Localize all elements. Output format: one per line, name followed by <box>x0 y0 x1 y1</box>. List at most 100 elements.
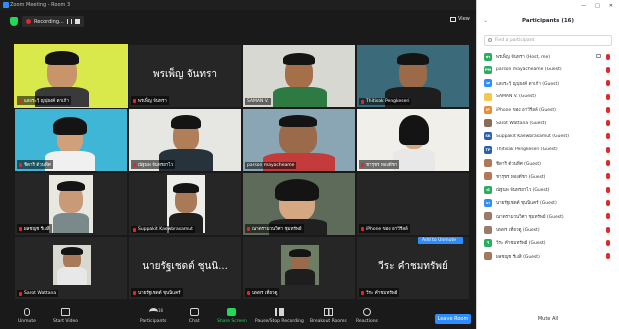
grid-view-icon <box>450 16 456 22</box>
video-tile[interactable]: Sarot Wattana <box>15 237 127 299</box>
chat-button[interactable]: Chat <box>189 308 200 324</box>
video-tile[interactable]: นายรัฐเชดต์ ชุนนิ... นายรัฐเชดต์ ชุนนิแค… <box>129 237 241 299</box>
start-video-button[interactable]: Start Video <box>53 308 78 324</box>
avatar <box>484 212 492 221</box>
participant-search-input[interactable]: Find a participant <box>484 35 612 46</box>
mic-muted-icon <box>133 290 136 295</box>
video-tile[interactable]: Suppakit Kaewbrasamut <box>129 173 241 235</box>
participant-row[interactable]: แส แสงระวีฺ ญปุยงค์ ดาเก้า (Guest) <box>484 77 614 90</box>
tile-name-label: นพหร เที่ยวดู <box>245 288 280 297</box>
video-tile[interactable]: ชารุชร ทองดีชา <box>357 109 469 171</box>
recording-label: Recording... <box>34 18 64 25</box>
mic-muted-icon <box>133 98 136 103</box>
recording-bar: Recording... <box>10 15 84 28</box>
tile-name-label: ณัฐนพ จันทรยาไว <box>131 160 176 169</box>
video-tile[interactable]: Thitisak Pengkeseri <box>357 45 469 107</box>
participant-row[interactable]: นา นายรัฐเชดต์ ชุนนิแคร์ (Guest) <box>484 196 614 209</box>
breakout-rooms-button[interactable]: Breakout Rooms <box>310 308 347 324</box>
participant-row[interactable]: ชิดาริ ด้วนทิศ (Guest) <box>484 156 614 169</box>
participant-row[interactable]: พร พรเพ็ญ จันทรา (Host, me) <box>484 50 614 63</box>
mic-muted-icon <box>606 186 610 193</box>
pause-recording-icon[interactable] <box>66 19 72 24</box>
participant-list: พร พรเพ็ญ จันทรา (Host, me) PM parson mayac… <box>484 50 614 263</box>
mic-muted-icon <box>606 93 610 100</box>
video-tile[interactable]: ชิดาริ ด้วนทิศ <box>15 109 127 171</box>
close-icon[interactable]: ✕ <box>609 3 613 9</box>
tile-display-name: วีระ คำชมทรัพย์ <box>378 261 448 272</box>
avatar <box>484 252 492 261</box>
video-tile[interactable]: iPhone ของ อาวีรีลล์ <box>357 173 469 235</box>
participant-row[interactable]: PM parson mayacheame (Guest) <box>484 63 614 76</box>
participant-hair <box>279 115 317 127</box>
participant-row[interactable]: ณาตรามวนวิศา ชุมทรัพย์ (Guest) <box>484 210 614 223</box>
tile-name-label: ณาตรามวนวิศา ชุมทรัพย์ <box>245 224 304 233</box>
participant-name: วีระ คำชมทรัพย์ (Guest) <box>496 241 546 247</box>
participant-shirt <box>285 269 315 285</box>
unmute-button[interactable]: Unmute <box>18 308 36 324</box>
mic-muted-icon <box>247 290 250 295</box>
participant-row[interactable]: นพหร เที่ยวดู (Guest) <box>484 223 614 236</box>
leave-room-button[interactable]: Leave Room <box>435 314 471 324</box>
tile-name-label: SAMAN V. <box>245 98 271 105</box>
add-to-unmute-menu-button[interactable] <box>456 237 463 244</box>
mic-muted-icon <box>606 226 610 233</box>
tile-name-label: ชิดาริ ด้วนทิศ <box>17 160 53 169</box>
video-tile[interactable]: parson mayacheame <box>243 109 355 171</box>
participant-name: ผลชญช รีเงสิ (Guest) <box>496 254 540 260</box>
video-status-icon <box>596 54 601 58</box>
panel-title: Participants (16) <box>521 18 575 24</box>
participant-row[interactable]: วี วีระ คำชมทรัพย์ (Guest) <box>484 236 614 249</box>
meeting-toolbar: Unmute Start Video Participants 16 Chat … <box>0 305 476 329</box>
participant-hair <box>53 117 87 135</box>
video-tile[interactable]: วีระ คำชมทรัพย์ วีระ คำชมทรัพย์ <box>357 237 469 299</box>
video-tile[interactable]: ผลชญช รีเงสิ <box>15 173 127 235</box>
participant-row[interactable]: ผลชญช รีเงสิ (Guest) <box>484 249 614 262</box>
tile-name-label: Thitisak Pengkeseri <box>359 98 412 105</box>
participant-row[interactable]: Sarot Wattana (Guest) <box>484 116 614 129</box>
participant-hair <box>57 181 85 191</box>
share-screen-button[interactable]: Share Screen <box>217 308 247 324</box>
pause-stop-recording-button[interactable]: Pause/Stop Recording <box>255 308 304 324</box>
participant-row[interactable]: TP Thitisak Pengkeseri (Guest) <box>484 143 614 156</box>
breakout-rooms-icon <box>323 308 333 316</box>
mic-muted-icon <box>606 120 610 127</box>
mute-all-button[interactable]: Mute All <box>477 316 619 322</box>
participant-name: iPhone ของ อาวีรีลล์ (Guest) <box>496 108 556 114</box>
avatar: พร <box>484 52 492 61</box>
participant-shirt <box>53 213 89 233</box>
participant-hair <box>173 183 199 193</box>
participant-hair <box>283 53 315 65</box>
video-tile[interactable]: SAMAN V. <box>243 45 355 107</box>
participant-name: SAMAN V. (Guest) <box>496 94 536 100</box>
video-tile[interactable]: นพหร เที่ยวดู <box>243 237 355 299</box>
video-tile[interactable]: แสงระวีฺ ญปุยงค์ ดาเก้า <box>14 44 128 108</box>
tile-name-label: Suppakit Kaewbrasamut <box>131 226 195 233</box>
participant-name: Thitisak Pengkeseri (Guest) <box>496 147 558 153</box>
security-shield-icon[interactable] <box>10 17 18 26</box>
mic-muted-icon <box>133 227 136 232</box>
participant-row[interactable]: iP iPhone ของ อาวีรีลล์ (Guest) <box>484 103 614 116</box>
video-tile[interactable]: ณาตรามวนวิศา ชุมทรัพย์ <box>243 173 355 235</box>
tile-name-label: วีระ คำชมทรัพย์ <box>359 288 400 297</box>
add-to-unmute-button[interactable]: Add to Unmute <box>418 237 461 244</box>
participant-row[interactable]: ณั ณัฐนพ จันทรยาไว (Guest) <box>484 183 614 196</box>
stop-recording-icon[interactable] <box>74 19 80 24</box>
video-tile[interactable]: ณัฐนพ จันทรยาไว <box>129 109 241 171</box>
maximize-icon[interactable]: □ <box>595 3 600 9</box>
video-tile[interactable]: พรเพ็ญ จันทรา พรเพ็ญ จันทรา <box>129 45 241 107</box>
view-button[interactable]: View <box>450 16 470 22</box>
avatar: PM <box>484 65 492 74</box>
participant-row[interactable]: ชารุชร ทองดีชา (Guest) <box>484 170 614 183</box>
mic-muted-icon <box>606 199 610 206</box>
participant-name: ณาตรามวนวิศา ชุมทรัพย์ (Guest) <box>496 214 564 220</box>
minimize-icon[interactable]: — <box>581 3 586 9</box>
window-controls: — □ ✕ <box>581 3 613 9</box>
tile-name-label: แสงระวีฺ ญปุยงค์ ดาเก้า <box>17 96 71 105</box>
avatar: ณั <box>484 185 492 194</box>
reactions-button[interactable]: Reactions <box>356 308 378 324</box>
participant-name: ชารุชร ทองดีชา (Guest) <box>496 174 546 180</box>
participants-icon <box>148 308 158 316</box>
avatar: วี <box>484 238 492 247</box>
participant-row[interactable]: SAMAN V. (Guest) <box>484 90 614 103</box>
participant-row[interactable]: SK Suppakit Kaewbrasamut (Guest) <box>484 130 614 143</box>
